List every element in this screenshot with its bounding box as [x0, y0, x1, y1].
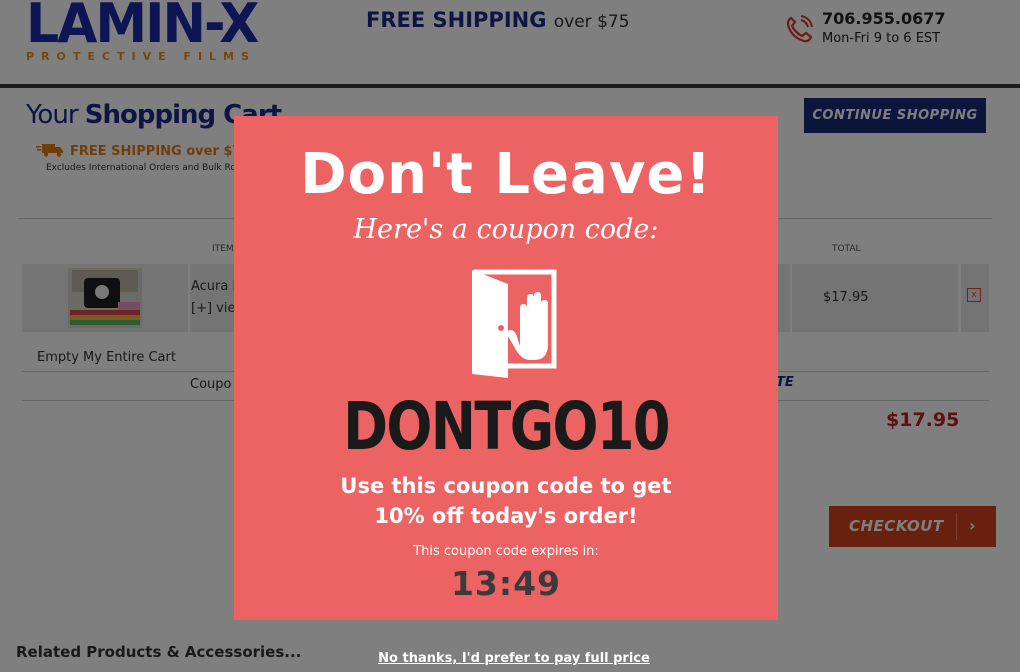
exit-intent-modal: Don't Leave! Here's a coupon code: DONTG…	[234, 116, 778, 620]
modal-title: Don't Leave!	[300, 142, 712, 207]
offer-line-2: 10% off today's order!	[374, 504, 638, 528]
decline-offer-link[interactable]: No thanks, I'd prefer to pay full price	[0, 651, 1020, 666]
offer-line-1: Use this coupon code to get	[340, 474, 672, 498]
coupon-code[interactable]: DONTGO10	[283, 388, 729, 465]
expires-label: This coupon code expires in:	[413, 544, 599, 559]
modal-subtitle: Here's a coupon code:	[353, 214, 659, 245]
countdown-timer: 13:49	[450, 564, 562, 603]
door-hand-icon	[472, 269, 557, 378]
